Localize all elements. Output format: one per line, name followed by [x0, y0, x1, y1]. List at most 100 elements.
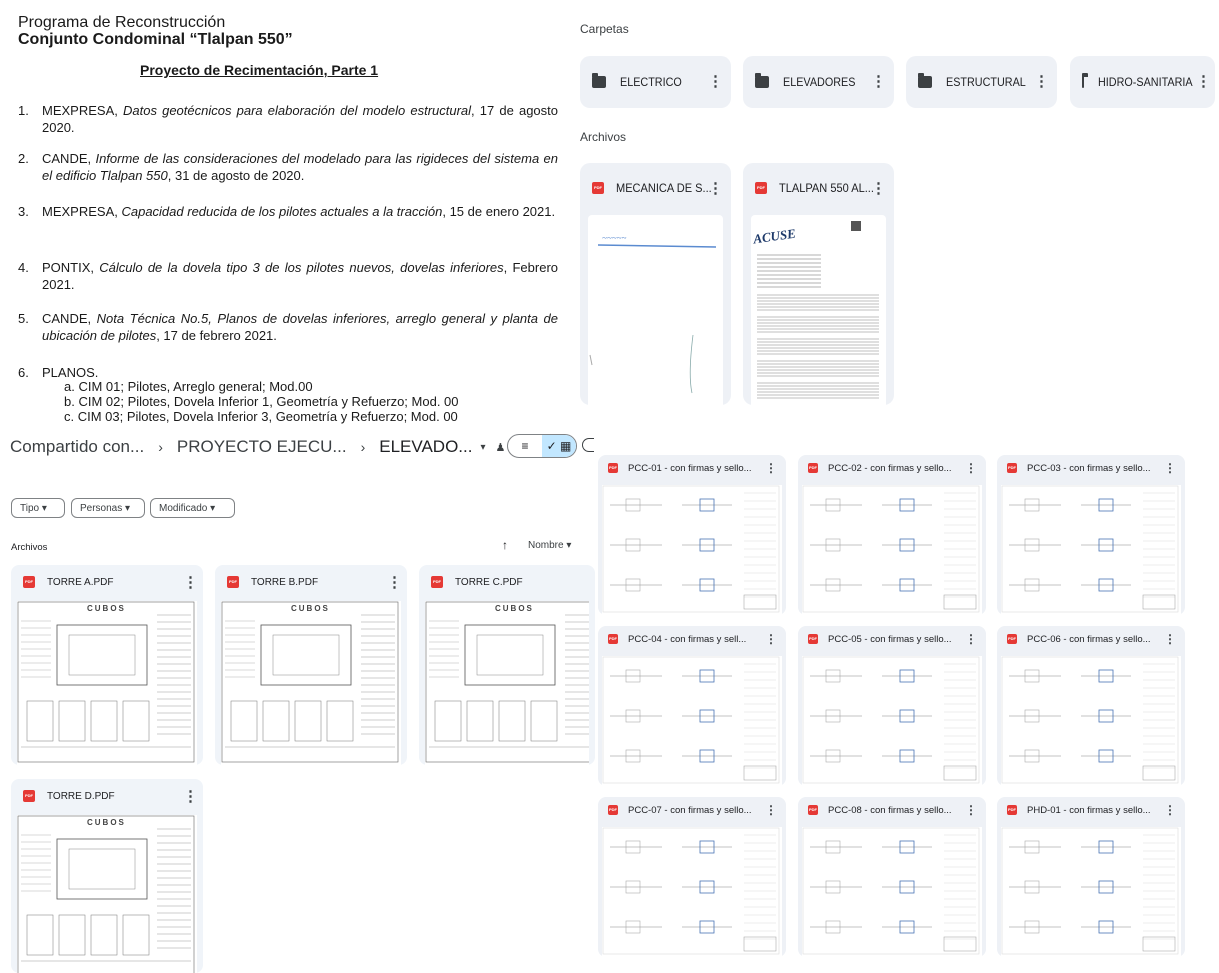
file-name: PCC-03 - con firmas y sello...: [1027, 462, 1151, 474]
file-name: MECANICA DE S...: [616, 181, 712, 195]
svg-text:~~~~~: ~~~~~: [602, 233, 626, 243]
file-thumbnail: CUBOS: [17, 601, 197, 765]
file-card-torre-d[interactable]: PDF TORRE D.PDF ⋮ CUBOS: [11, 779, 203, 973]
condominium-title: Conjunto Condominal “Tlalpan 550”: [18, 31, 293, 48]
more-vert-icon[interactable]: ⋮: [183, 789, 198, 805]
info-icon[interactable]: [582, 438, 594, 452]
file-card-phd-01[interactable]: PDF PHD-01 - con firmas y sello... ⋮: [997, 797, 1185, 957]
file-thumbnail: [602, 485, 782, 615]
folder-icon: [592, 73, 606, 88]
file-card-pcc-07[interactable]: PDF PCC-07 - con firmas y sello... ⋮: [598, 797, 786, 957]
view-toggle[interactable]: ≡ ✓ ▦: [507, 434, 577, 458]
filter-type[interactable]: Tipo ▾: [11, 498, 65, 518]
more-vert-icon[interactable]: ⋮: [183, 575, 198, 591]
file-card-pcc-06[interactable]: PDF PCC-06 - con firmas y sello... ⋮: [997, 626, 1185, 786]
file-name: TORRE A.PDF: [47, 576, 114, 588]
pdf-icon: PDF: [1007, 634, 1017, 644]
plano-b: b. CIM 02; Pilotes, Dovela Inferior 1, G…: [64, 394, 459, 409]
breadcrumb-current[interactable]: ELEVADO...: [379, 437, 472, 457]
pdf-icon: PDF: [608, 634, 618, 644]
more-vert-icon[interactable]: ⋮: [964, 460, 978, 476]
files-heading: Archivos: [580, 130, 627, 144]
more-vert-icon[interactable]: ⋮: [764, 460, 778, 476]
shared-people-icon[interactable]: ♟: [496, 441, 506, 454]
plano-c: c. CIM 03; Pilotes, Dovela Inferior 3, G…: [64, 409, 458, 424]
file-thumbnail: ACUSE: [751, 215, 886, 405]
file-name: TORRE C.PDF: [455, 576, 523, 588]
more-vert-icon[interactable]: ⋮: [964, 802, 978, 818]
more-vert-icon[interactable]: ⋮: [764, 631, 778, 647]
sort-button[interactable]: Nombre ▾: [528, 540, 571, 551]
more-vert-icon[interactable]: ⋮: [871, 181, 886, 197]
file-card-pcc-02[interactable]: PDF PCC-02 - con firmas y sello... ⋮: [798, 455, 986, 615]
document-page: Programa de Reconstrucción Conjunto Cond…: [18, 14, 559, 424]
pdf-icon: PDF: [808, 634, 818, 644]
file-card-mecanica[interactable]: PDF MECANICA DE S... ⋮ ~~~~~: [580, 163, 731, 405]
file-card-torre-a[interactable]: PDF TORRE A.PDF ⋮ CUBOS: [11, 565, 203, 765]
folder-electrico[interactable]: ELECTRICO ⋮: [580, 56, 731, 108]
more-vert-icon[interactable]: ⋮: [387, 575, 402, 591]
file-name: PCC-01 - con firmas y sello...: [628, 462, 752, 474]
more-vert-icon[interactable]: ⋮: [871, 74, 886, 90]
more-vert-icon[interactable]: ⋮: [1196, 74, 1211, 90]
folder-elevadores[interactable]: ELEVADORES ⋮: [743, 56, 894, 108]
breadcrumb-shared[interactable]: Compartido con...: [10, 437, 144, 457]
chevron-right-icon: ›: [158, 439, 163, 455]
svg-text:CUBOS: CUBOS: [495, 604, 534, 613]
more-vert-icon[interactable]: ⋮: [1163, 460, 1177, 476]
grid-view-icon[interactable]: ✓ ▦: [542, 435, 576, 457]
pdf-icon: PDF: [1007, 463, 1017, 473]
file-card-pcc-01[interactable]: PDF PCC-01 - con firmas y sello... ⋮: [598, 455, 786, 615]
filter-people[interactable]: Personas ▾: [71, 498, 145, 518]
list-view-icon[interactable]: ≡: [508, 435, 542, 457]
file-thumbnail: [802, 827, 982, 957]
files-heading-lower: Archivos: [11, 542, 48, 553]
pdf-icon: PDF: [608, 805, 618, 815]
arrow-up-icon[interactable]: ↑: [502, 538, 508, 552]
svg-text:ACUSE: ACUSE: [751, 226, 797, 247]
pdf-icon: PDF: [608, 463, 618, 473]
more-vert-icon[interactable]: ⋮: [708, 181, 723, 197]
file-thumbnail: [602, 656, 782, 786]
more-vert-icon[interactable]: ⋮: [764, 802, 778, 818]
folder-label: ELEVADORES: [783, 75, 856, 89]
file-name: TLALPAN 550 AL...: [779, 181, 874, 195]
file-card-torre-c[interactable]: PDF TORRE C.PDF CUBOS: [419, 565, 595, 765]
file-thumbnail: CUBOS: [17, 815, 197, 973]
filter-modified[interactable]: Modificado ▾: [150, 498, 235, 518]
file-card-pcc-03[interactable]: PDF PCC-03 - con firmas y sello... ⋮: [997, 455, 1185, 615]
more-vert-icon[interactable]: ⋮: [1034, 74, 1049, 90]
file-name: PCC-07 - con firmas y sello...: [628, 804, 752, 816]
breadcrumb-project[interactable]: PROYECTO EJECU...: [177, 437, 347, 457]
file-card-tlalpan[interactable]: PDF TLALPAN 550 AL... ⋮ ACUSE: [743, 163, 894, 405]
file-thumbnail: [802, 656, 982, 786]
caret-down-icon[interactable]: ▾: [480, 442, 485, 453]
svg-text:CUBOS: CUBOS: [87, 604, 126, 613]
more-vert-icon[interactable]: ⋮: [708, 74, 723, 90]
file-card-pcc-04[interactable]: PDF PCC-04 - con firmas y sell... ⋮: [598, 626, 786, 786]
file-card-pcc-08[interactable]: PDF PCC-08 - con firmas y sello... ⋮: [798, 797, 986, 957]
pdf-icon: PDF: [592, 182, 604, 194]
program-title: Programa de Reconstrucción: [18, 14, 226, 31]
folder-hidro-sanitaria[interactable]: HIDRO-SANITARIA ⋮: [1070, 56, 1215, 108]
svg-text:CUBOS: CUBOS: [87, 818, 126, 827]
pdf-icon: PDF: [23, 576, 35, 588]
chevron-right-icon: ›: [360, 439, 366, 455]
folders-heading: Carpetas: [580, 22, 629, 36]
breadcrumb: Compartido con... › PROYECTO EJECU... › …: [10, 436, 505, 458]
file-thumbnail: [1001, 827, 1181, 957]
folder-icon: [755, 73, 769, 88]
file-name: PCC-08 - con firmas y sello...: [828, 804, 952, 816]
file-card-pcc-05[interactable]: PDF PCC-05 - con firmas y sello... ⋮: [798, 626, 986, 786]
more-vert-icon[interactable]: ⋮: [1163, 802, 1177, 818]
file-card-torre-b[interactable]: PDF TORRE B.PDF ⋮ CUBOS: [215, 565, 407, 765]
file-name: PCC-04 - con firmas y sell...: [628, 633, 747, 645]
folder-label: ELECTRICO: [620, 75, 682, 89]
more-vert-icon[interactable]: ⋮: [1163, 631, 1177, 647]
file-name: TORRE D.PDF: [47, 790, 115, 802]
folder-label: ESTRUCTURAL: [946, 75, 1026, 89]
file-name: PHD-01 - con firmas y sello...: [1027, 804, 1151, 816]
more-vert-icon[interactable]: ⋮: [964, 631, 978, 647]
svg-text:CUBOS: CUBOS: [291, 604, 330, 613]
folder-estructural[interactable]: ESTRUCTURAL ⋮: [906, 56, 1057, 108]
